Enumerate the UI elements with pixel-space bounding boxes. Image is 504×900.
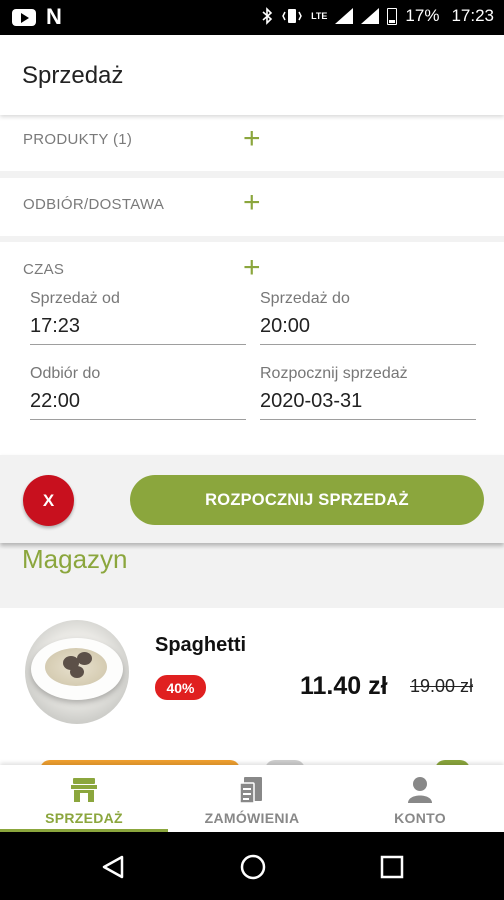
delivery-section[interactable]: ODBIÓR/DOSTAWA + [0, 178, 504, 236]
vibrate-icon [282, 9, 302, 23]
add-delivery-plus-icon[interactable]: + [243, 188, 261, 218]
sale-from-field[interactable]: Sprzedaż od 17:23 [30, 290, 246, 345]
bluetooth-icon [262, 7, 273, 25]
delivery-section-label: ODBIÓR/DOSTAWA [23, 196, 165, 213]
sale-to-field[interactable]: Sprzedaż do 20:00 [260, 290, 476, 345]
products-section-label: PRODUKTY (1) [23, 131, 133, 148]
status-time: 17:23 [451, 6, 494, 25]
magazyn-heading: Magazyn [22, 544, 128, 574]
nav-item-konto[interactable]: KONTO [336, 765, 504, 832]
sale-to-value[interactable]: 20:00 [260, 315, 310, 338]
sale-from-label: Sprzedaż od [30, 290, 120, 307]
nav-item-sprzedaz[interactable]: SPRZEDAŻ [0, 765, 168, 832]
system-navigation-bar [0, 832, 504, 900]
start-sale-button[interactable]: ROZPOCZNIJ SPRZEDAŻ [130, 475, 484, 525]
product-price: 11.40 zł [300, 672, 388, 700]
status-bar: N LTE 17% 17:23 [0, 0, 504, 35]
add-time-plus-icon[interactable]: + [243, 253, 261, 283]
start-sale-date-field[interactable]: Rozpocznij sprzedaż 2020-03-31 [260, 365, 476, 420]
product-name: Spaghetti [155, 634, 247, 656]
spaghetti-photo [25, 620, 129, 724]
page-title: Sprzedaż [22, 62, 124, 89]
nav-label-konto: KONTO [394, 810, 446, 826]
recents-icon[interactable] [380, 855, 404, 879]
product-old-price: 19.00 zł [410, 676, 474, 696]
bottom-navigation: SPRZEDAŻ ZAMÓWIENIA KONTO [0, 765, 504, 832]
action-bar: X ROZPOCZNIJ SPRZEDAŻ [0, 455, 504, 543]
orders-icon [239, 777, 262, 804]
pickup-to-field[interactable]: Odbiór do 22:00 [30, 365, 246, 420]
sale-to-label: Sprzedaż do [260, 290, 350, 307]
signal-icon [335, 8, 354, 24]
nav-label-sprzedaz: SPRZEDAŻ [45, 810, 123, 826]
home-icon[interactable] [239, 853, 267, 881]
add-product-plus-icon[interactable]: + [243, 124, 261, 154]
battery-icon [387, 7, 398, 25]
youtube-icon [12, 8, 36, 26]
discount-badge: 40% [155, 675, 206, 700]
pickup-to-value[interactable]: 22:00 [30, 390, 80, 413]
pickup-to-label: Odbiór do [30, 365, 101, 382]
start-sale-date-value[interactable]: 2020-03-31 [260, 390, 362, 413]
products-section[interactable]: PRODUKTY (1) + [0, 115, 504, 171]
back-icon[interactable] [100, 854, 126, 880]
time-section: CZAS + Sprzedaż od 17:23 Sprzedaż do 20:… [0, 242, 504, 455]
account-icon [408, 777, 432, 803]
nav-label-zamowienia: ZAMÓWIENIA [204, 810, 300, 826]
nav-item-zamowienia[interactable]: ZAMÓWIENIA [168, 765, 336, 832]
time-section-label: CZAS [23, 261, 65, 278]
start-sale-date-label: Rozpocznij sprzedaż [260, 365, 408, 382]
signal-icon-2 [361, 8, 380, 24]
cancel-button[interactable]: X [23, 475, 74, 526]
product-card[interactable]: Spaghetti 40% 11.40 zł 19.00 zł [0, 608, 504, 780]
battery-percent: 17% [405, 6, 440, 25]
store-icon [71, 778, 97, 802]
lte-indicator: LTE [311, 10, 328, 21]
app-bar: Sprzedaż [0, 35, 504, 115]
sale-from-value[interactable]: 17:23 [30, 315, 80, 338]
netflix-icon: N [46, 4, 62, 29]
